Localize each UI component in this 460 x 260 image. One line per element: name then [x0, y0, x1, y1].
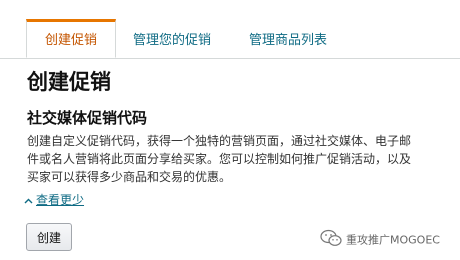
section-title: 社交媒体促销代码 [27, 109, 148, 127]
watermark: 重攻推广MOGOEC [320, 229, 440, 249]
tab-manage-product-lists[interactable]: 管理商品列表 [246, 22, 330, 57]
wechat-logo-icon [320, 229, 342, 250]
tab-bar: 创建促销 管理您的促销 管理商品列表 [0, 19, 460, 59]
chevron-up-icon [24, 193, 34, 207]
see-less-link[interactable]: 查看更少 [24, 191, 84, 208]
tab-create-promotion[interactable]: 创建促销 [26, 19, 116, 58]
create-button[interactable]: 创建 [26, 223, 72, 251]
description-line: 买家可以获得多少商品和交易的优惠。 [27, 170, 232, 184]
page-title: 创建促销 [27, 70, 111, 94]
page: 创建促销 管理您的促销 管理商品列表 创建促销 社交媒体促销代码 创建自定义促销… [0, 0, 460, 260]
see-less-label: 查看更少 [36, 193, 85, 207]
description-line: 创建自定义促销代码，获得一个独特的营销页面，通过社交媒体、电子邮 [27, 134, 412, 148]
watermark-text: 重攻推广MOGOEC [346, 233, 440, 247]
description-line: 件或名人营销将此页面分享给买家。您可以控制如何推广促销活动，以及 [27, 152, 412, 166]
tab-manage-your-promotions[interactable]: 管理您的促销 [130, 22, 214, 57]
section-description: 创建自定义促销代码，获得一个独特的营销页面，通过社交媒体、电子邮 件或名人营销将… [27, 132, 447, 186]
